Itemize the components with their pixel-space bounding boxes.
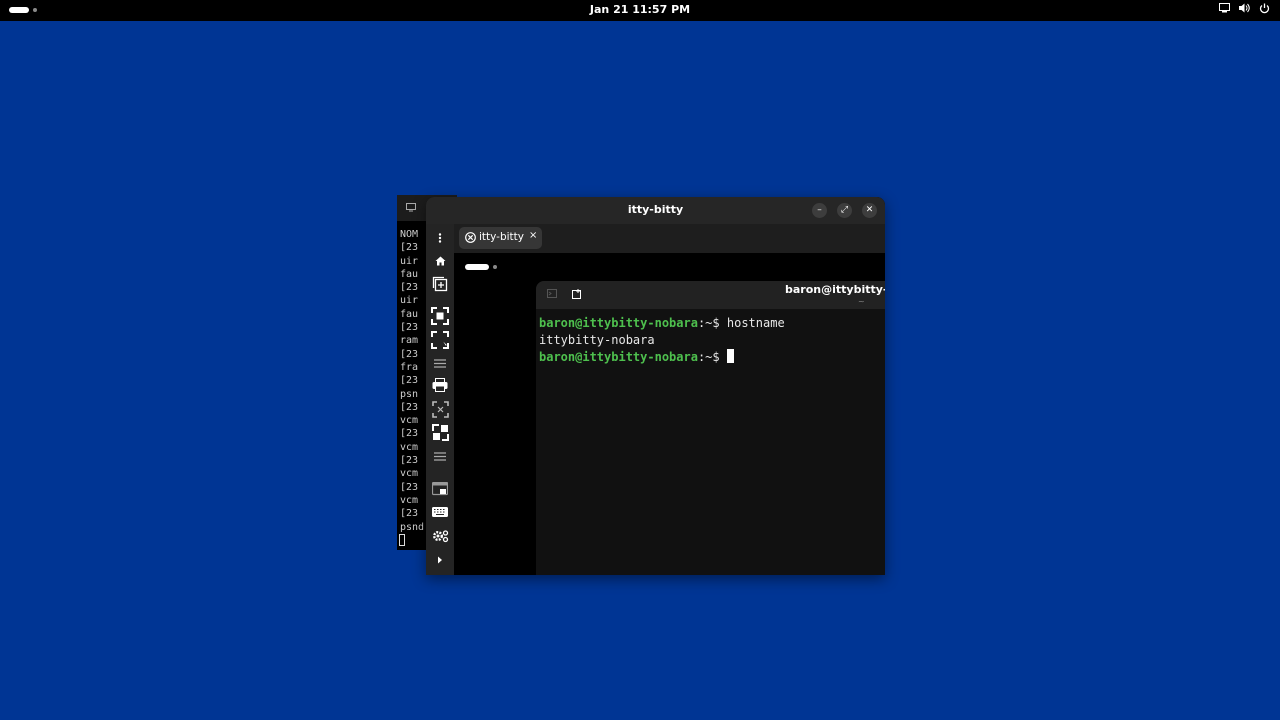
console-line: [23 — [400, 348, 419, 360]
tab-bar: itty-bitty × — [454, 224, 885, 253]
terminal-line: baron@ittybitty-nobara:~$ — [539, 348, 785, 366]
console-line: psn — [400, 388, 419, 400]
expand-icon[interactable] — [430, 422, 450, 442]
volume-icon[interactable] — [1237, 3, 1251, 17]
console-line: vcm — [400, 415, 419, 427]
tab-close-button[interactable]: × — [529, 230, 537, 241]
console-line: [23 — [400, 428, 419, 440]
itty-bitty-window[interactable]: itty-bitty – ⤢ ✕ itty-bitty × baron@itty… — [426, 197, 885, 575]
list-icon[interactable] — [430, 446, 450, 466]
console-line: NOM — [400, 229, 419, 240]
system-tray[interactable] — [1217, 3, 1271, 17]
terminal-cursor — [726, 348, 734, 363]
terminal-window[interactable]: baron@ittybitty- ~ baron@ittybitty-nobar… — [536, 281, 885, 575]
fullscreen-icon[interactable] — [430, 330, 450, 350]
console-line: fau — [400, 308, 419, 320]
fit-screen-icon[interactable] — [430, 399, 450, 419]
terminal-icon[interactable] — [547, 289, 557, 298]
terminal-command: hostname — [719, 316, 785, 330]
console-line: vcm — [400, 441, 419, 453]
remote-activities-indicator[interactable] — [465, 264, 497, 270]
home-icon[interactable] — [430, 251, 450, 271]
terminal-prompt-path: :~$ — [697, 349, 720, 364]
console-line: ram — [400, 335, 419, 347]
window-titlebar[interactable]: itty-bitty – ⤢ ✕ — [426, 197, 885, 224]
new-window-icon[interactable] — [430, 274, 450, 294]
tab-label: itty-bitty — [479, 231, 524, 243]
minimize-button[interactable]: – — [812, 203, 827, 218]
close-circle-icon — [465, 232, 476, 243]
terminal-line: ittybitty-nobara — [539, 332, 785, 349]
display-icon[interactable] — [430, 479, 450, 499]
remote-workspace-active-indicator — [465, 264, 489, 270]
terminal-prompt: baron@ittybitty-nobara — [539, 316, 698, 330]
console-line: vcm — [400, 494, 419, 506]
terminal-command — [720, 350, 727, 364]
terminal-prompt: baron@ittybitty-nobara — [539, 349, 698, 364]
console-line: [23 — [400, 481, 419, 493]
expand-arrow-icon[interactable] — [430, 550, 450, 570]
terminal-line: baron@ittybitty-nobara:~$ hostname — [539, 315, 785, 332]
remote-desktop-view[interactable]: baron@ittybitty- ~ baron@ittybitty-nobar… — [454, 253, 885, 575]
terminal-command-output: ittybitty-nobara — [539, 332, 655, 347]
console-line: vcm — [400, 468, 419, 480]
list-icon[interactable] — [430, 353, 450, 373]
console-line: fau — [400, 268, 419, 280]
terminal-title: baron@ittybitty- — [785, 283, 885, 296]
terminal-prompt-path: :~$ — [697, 316, 720, 330]
terminal-subtitle: ~ — [858, 297, 865, 306]
settings-icon[interactable] — [430, 526, 450, 546]
console-line: psnd — [400, 521, 425, 533]
screen-icon[interactable] — [1217, 3, 1231, 17]
console-line: fra — [400, 361, 419, 373]
terminal-headerbar[interactable]: baron@ittybitty- ~ — [536, 281, 885, 309]
console-line: [23 — [400, 455, 419, 467]
background-console-output: NOM [23 uir fau [23 uir fau [23 ram [23 fra [23 psn[… — [400, 228, 424, 534]
keyboard-icon[interactable] — [430, 502, 450, 522]
console-line: [23 — [400, 282, 419, 294]
close-button[interactable]: ✕ — [862, 203, 877, 218]
menu-icon[interactable] — [430, 228, 450, 248]
background-console-cursor — [399, 534, 405, 546]
remote-desktop-icon — [406, 203, 416, 212]
console-line: [23 — [400, 242, 419, 254]
new-tab-icon[interactable] — [572, 289, 582, 299]
tab-itty-bitty[interactable]: itty-bitty × — [459, 227, 542, 249]
top-bar: Jan 21 11:57 PM — [0, 0, 1280, 21]
remote-workspace-inactive-indicator — [493, 265, 497, 269]
screenshot-icon[interactable] — [430, 306, 450, 326]
console-line: [23 — [400, 375, 419, 387]
console-line: [23 — [400, 508, 419, 520]
console-line: [23 — [400, 401, 419, 413]
terminal-output[interactable]: baron@ittybitty-nobara:~$ hostname ittybi… — [539, 315, 785, 365]
maximize-button[interactable]: ⤢ — [837, 203, 852, 218]
console-line: [23 — [400, 322, 419, 334]
print-icon[interactable] — [430, 375, 450, 395]
clock[interactable]: Jan 21 11:57 PM — [0, 3, 1280, 16]
console-line: uir — [400, 255, 419, 267]
remote-toolbar-sidebar — [426, 224, 454, 575]
power-icon[interactable] — [1257, 3, 1271, 17]
console-line: uir — [400, 295, 419, 307]
